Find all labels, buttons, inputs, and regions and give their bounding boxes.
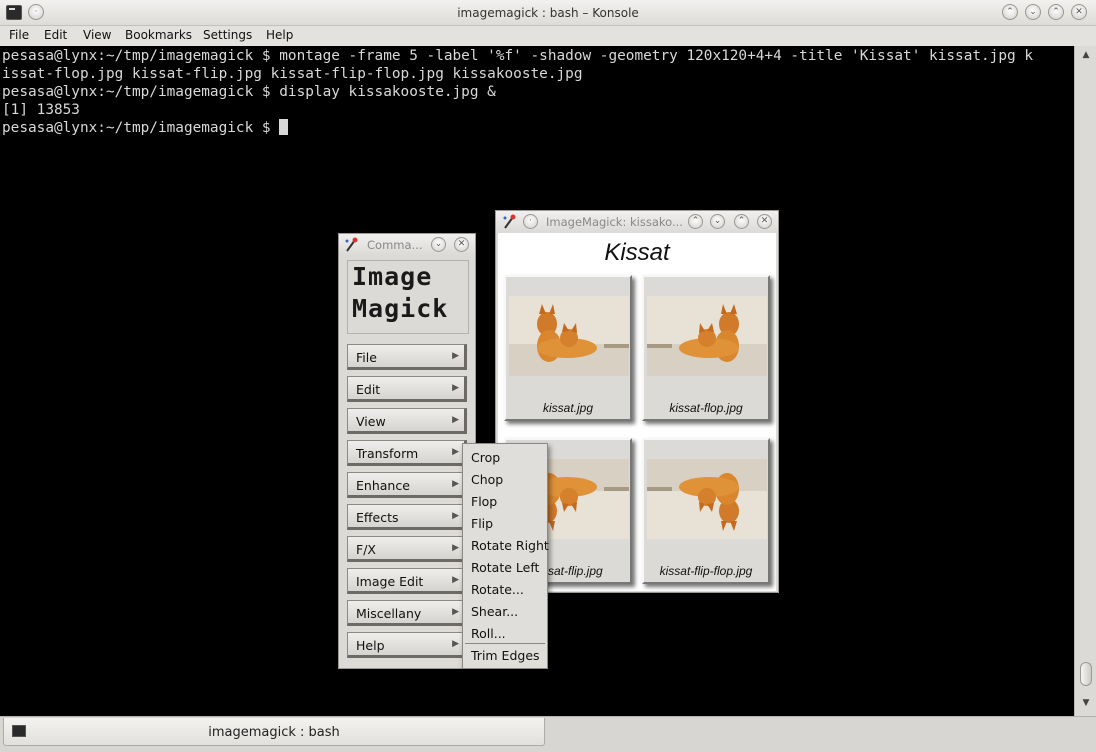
imagemagick-commands-window: Comma... ⌄ ✕ Image Magick File ▶ Edit ▶ Vi… xyxy=(338,233,476,669)
text-cursor xyxy=(279,119,289,135)
konsole-titlebar[interactable]: · imagemagick : bash – Konsole ⌃ ⌄ ⌃ ✕ xyxy=(0,0,1096,26)
menu-item-chop[interactable]: Chop xyxy=(471,472,503,487)
menu-bookmarks[interactable]: Bookmarks xyxy=(125,28,192,42)
window-title: imagemagick : bash – Konsole xyxy=(457,6,639,20)
submenu-arrow-icon: ▶ xyxy=(452,479,459,489)
button-label: Miscellany xyxy=(356,606,422,621)
button-label: Enhance xyxy=(356,478,410,493)
submenu-arrow-icon: ▶ xyxy=(452,607,459,617)
terminal-line: pesasa@lynx:~/tmp/imagemagick $ display … xyxy=(2,84,496,100)
scroll-up-icon[interactable]: ▲ xyxy=(1079,48,1093,62)
submenu-arrow-icon: ▶ xyxy=(452,351,459,361)
menu-item-shear[interactable]: Shear... xyxy=(471,604,518,619)
command-fx-button[interactable]: F/X ▶ xyxy=(347,536,467,562)
command-enhance-button[interactable]: Enhance ▶ xyxy=(347,472,467,498)
maximize-icon[interactable]: ⌃ xyxy=(1048,4,1064,20)
scroll-down-icon[interactable]: ▼ xyxy=(1079,696,1093,710)
menu-help[interactable]: Help xyxy=(266,28,293,42)
imagemagick-logo: Image Magick xyxy=(347,260,469,334)
session-tab[interactable]: imagemagick : bash xyxy=(3,718,545,746)
button-label: Image Edit xyxy=(356,574,424,589)
window-menu-icon[interactable]: · xyxy=(523,214,538,229)
scrollbar-thumb[interactable] xyxy=(1080,662,1092,686)
terminal-line: [1] 13853 xyxy=(2,102,80,118)
tile-caption: kissat-flip-flop.jpg xyxy=(659,564,753,578)
menu-item-rotate[interactable]: Rotate... xyxy=(471,582,524,597)
menu-settings[interactable]: Settings xyxy=(203,28,252,42)
montage-tile: kissat-flop.jpg xyxy=(642,275,770,421)
commands-window-title: Comma... xyxy=(367,238,423,252)
cat-photo xyxy=(647,459,767,539)
menubar: File Edit View Bookmarks Settings Help xyxy=(0,26,1096,46)
menu-item-trim-edges[interactable]: Trim Edges xyxy=(471,648,540,663)
close-icon[interactable]: ✕ xyxy=(454,237,469,252)
menu-item-rotate-right[interactable]: Rotate Right xyxy=(471,538,549,553)
tab-label: imagemagick : bash xyxy=(208,725,340,740)
cat-photo xyxy=(509,296,629,376)
menu-file[interactable]: File xyxy=(9,28,29,42)
logo-line: Magick xyxy=(352,294,449,323)
command-view-button[interactable]: View ▶ xyxy=(347,408,467,434)
cat-photo xyxy=(647,296,767,376)
montage-tile: kissat.jpg xyxy=(504,275,632,421)
command-edit-button[interactable]: Edit ▶ xyxy=(347,376,467,402)
montage-tile: kissat-flip-flop.jpg xyxy=(642,438,770,584)
keep-above-icon[interactable]: ⌃ xyxy=(688,214,703,229)
button-label: Help xyxy=(356,638,385,653)
submenu-arrow-icon: ▶ xyxy=(452,511,459,521)
minimize-icon[interactable]: ⌄ xyxy=(431,237,446,252)
command-miscellany-button[interactable]: Miscellany ▶ xyxy=(347,600,467,626)
submenu-arrow-icon: ▶ xyxy=(452,415,459,425)
session-tabbar: imagemagick : bash xyxy=(0,716,1096,752)
terminal-line: issat-flop.jpg kissat-flip.jpg kissat-fl… xyxy=(2,66,583,82)
tile-caption: kissat-flop.jpg xyxy=(669,401,743,415)
commands-titlebar[interactable]: Comma... ⌄ ✕ xyxy=(339,234,475,256)
maximize-icon[interactable]: ⌃ xyxy=(734,214,749,229)
submenu-arrow-icon: ▶ xyxy=(452,639,459,649)
menu-item-roll[interactable]: Roll... xyxy=(471,626,506,641)
terminal-prompt-line: pesasa@lynx:~/tmp/imagemagick $ xyxy=(2,119,289,137)
button-label: File xyxy=(356,350,377,365)
button-label: F/X xyxy=(356,542,376,557)
menu-item-crop[interactable]: Crop xyxy=(471,450,500,465)
button-label: View xyxy=(356,414,386,429)
command-help-button[interactable]: Help ▶ xyxy=(347,632,467,658)
transform-submenu: Crop Chop Flop Flip Rotate Right Rotate … xyxy=(462,443,549,669)
command-transform-button[interactable]: Transform ▶ xyxy=(347,440,467,466)
submenu-arrow-icon: ▶ xyxy=(452,543,459,553)
command-file-button[interactable]: File ▶ xyxy=(347,344,467,370)
terminal-scrollbar[interactable]: ▲ ▼ xyxy=(1074,46,1096,716)
menu-edit[interactable]: Edit xyxy=(44,28,67,42)
terminal-prompt: pesasa@lynx:~/tmp/imagemagick $ xyxy=(2,120,280,136)
minimize-icon[interactable]: ⌄ xyxy=(1025,4,1041,20)
menu-separator xyxy=(465,643,545,644)
close-icon[interactable]: ✕ xyxy=(1071,4,1087,20)
montage-title: Kissat xyxy=(604,239,670,266)
keep-above-icon[interactable]: ⌃ xyxy=(1002,4,1018,20)
logo-line: Image xyxy=(352,262,433,291)
display-titlebar[interactable]: · ImageMagick: kissako... ⌃ ⌄ ⌃ ✕ xyxy=(496,211,778,233)
submenu-arrow-icon: ▶ xyxy=(452,383,459,393)
display-window-title: ImageMagick: kissako... xyxy=(546,215,683,229)
menu-item-flop[interactable]: Flop xyxy=(471,494,497,509)
button-label: Effects xyxy=(356,510,399,525)
command-image-edit-button[interactable]: Image Edit ▶ xyxy=(347,568,467,594)
imagemagick-wand-icon[interactable] xyxy=(501,214,517,230)
submenu-arrow-icon: ▶ xyxy=(452,575,459,585)
terminal-line: pesasa@lynx:~/tmp/imagemagick $ montage … xyxy=(2,48,1034,64)
button-label: Edit xyxy=(356,382,381,397)
submenu-arrow-icon: ▶ xyxy=(452,447,459,457)
command-effects-button[interactable]: Effects ▶ xyxy=(347,504,467,530)
menu-item-rotate-left[interactable]: Rotate Left xyxy=(471,560,539,575)
button-label: Transform xyxy=(356,446,419,461)
tile-caption: kissat.jpg xyxy=(542,401,594,415)
menu-item-flip[interactable]: Flip xyxy=(471,516,493,531)
close-icon[interactable]: ✕ xyxy=(757,214,772,229)
menu-view[interactable]: View xyxy=(83,28,111,42)
minimize-icon[interactable]: ⌄ xyxy=(710,214,725,229)
imagemagick-wand-icon[interactable] xyxy=(343,237,359,253)
